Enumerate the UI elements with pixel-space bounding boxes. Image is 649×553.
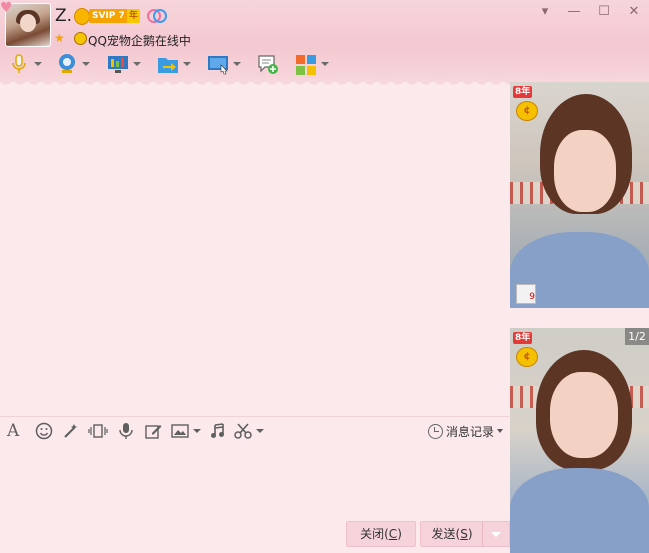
- page-indicator: 1/2: [625, 328, 649, 345]
- apps-button[interactable]: [295, 52, 329, 76]
- microphone-icon: [8, 53, 30, 75]
- close-window-button[interactable]: ✕: [626, 4, 642, 20]
- qq-link-icon[interactable]: [147, 9, 167, 23]
- close-shortcut: C: [388, 527, 398, 541]
- monitor-icon: [107, 53, 129, 75]
- send-label-end: ): [467, 527, 473, 541]
- font-icon: A: [7, 421, 20, 441]
- screen-share-icon: [207, 53, 229, 75]
- webcam-icon: [56, 53, 78, 75]
- send-options-button[interactable]: [482, 521, 510, 547]
- create-discussion-button[interactable]: [257, 52, 279, 76]
- chevron-down-icon: [497, 429, 504, 433]
- maximize-icon: ☐: [598, 4, 610, 19]
- magic-wand-icon: [64, 424, 77, 438]
- history-label: 消息记录: [446, 424, 495, 439]
- screen-share-button[interactable]: [207, 52, 241, 76]
- close-icon: ✕: [628, 4, 640, 19]
- contact-show-image-1[interactable]: 8年 ¢ 9: [510, 82, 649, 308]
- remote-desktop-button[interactable]: [107, 52, 141, 76]
- close-label-end: ): [397, 527, 402, 541]
- coin-icon: ¢: [516, 347, 538, 367]
- smiley-icon: [35, 422, 53, 440]
- voice-message-button[interactable]: [118, 421, 134, 441]
- pet-penguin-icon: [74, 32, 87, 45]
- chat-header: ♥ Z. SVIP 7 年 ★ QQ宠物企鹅在线中 ▾ — ☐ ✕: [0, 0, 649, 82]
- send-file-button[interactable]: [157, 52, 191, 76]
- doodle-button[interactable]: [144, 421, 162, 441]
- minimize-button[interactable]: —: [566, 4, 582, 20]
- message-history-button[interactable]: 消息记录: [428, 421, 504, 441]
- input-divider[interactable]: [0, 416, 509, 417]
- magic-expression-button[interactable]: [62, 421, 80, 441]
- send-button[interactable]: 发送(S): [420, 521, 484, 547]
- close-label: 关闭(: [360, 527, 389, 541]
- clock-icon: [428, 423, 443, 439]
- font-button[interactable]: A: [7, 421, 19, 441]
- contact-name[interactable]: Z.: [55, 6, 72, 26]
- voice-call-button[interactable]: [8, 52, 42, 76]
- send-label: 发送(: [431, 527, 461, 541]
- music-note-icon: [211, 423, 224, 438]
- folder-transfer-icon: [157, 53, 179, 75]
- side-panel-gap: [510, 308, 649, 328]
- like-thumb-icon[interactable]: 9: [516, 284, 536, 304]
- image-icon: [171, 424, 189, 438]
- scissors-icon: [234, 423, 252, 439]
- contact-show-image-2[interactable]: 8年 ¢ 1/2: [510, 328, 649, 553]
- coin-icon: ¢: [516, 101, 538, 121]
- apps-grid-icon: [295, 53, 317, 75]
- edit-icon: [145, 425, 162, 439]
- maximize-button[interactable]: ☐: [596, 4, 612, 20]
- status-text: QQ宠物企鹅在线中: [88, 34, 191, 48]
- penguin-icon[interactable]: [74, 8, 90, 25]
- heart-decoration-icon: ♥: [0, 0, 13, 16]
- svip-badge[interactable]: SVIP 7: [89, 9, 128, 23]
- window-menu-button[interactable]: ▾: [537, 4, 553, 20]
- message-area[interactable]: [0, 88, 509, 416]
- star-icon[interactable]: ★: [54, 31, 65, 45]
- screenshot-button[interactable]: [234, 421, 264, 441]
- chevron-down-icon: ▾: [541, 4, 549, 19]
- send-shortcut: S: [460, 527, 468, 541]
- music-button[interactable]: [209, 421, 227, 441]
- shake-icon: [88, 424, 108, 438]
- minimize-icon: —: [567, 4, 581, 19]
- video-call-button[interactable]: [56, 52, 90, 76]
- chat-add-icon: [257, 53, 279, 75]
- send-image-button[interactable]: [171, 421, 201, 441]
- emoji-button[interactable]: [35, 421, 53, 441]
- vip-years-badge: 8年: [513, 332, 533, 344]
- close-button[interactable]: 关闭(C): [346, 521, 416, 547]
- vip-years-badge: 8年: [513, 86, 533, 98]
- shake-window-button[interactable]: [88, 421, 108, 441]
- year-badge[interactable]: 年: [127, 9, 141, 23]
- microphone-icon: [119, 423, 133, 439]
